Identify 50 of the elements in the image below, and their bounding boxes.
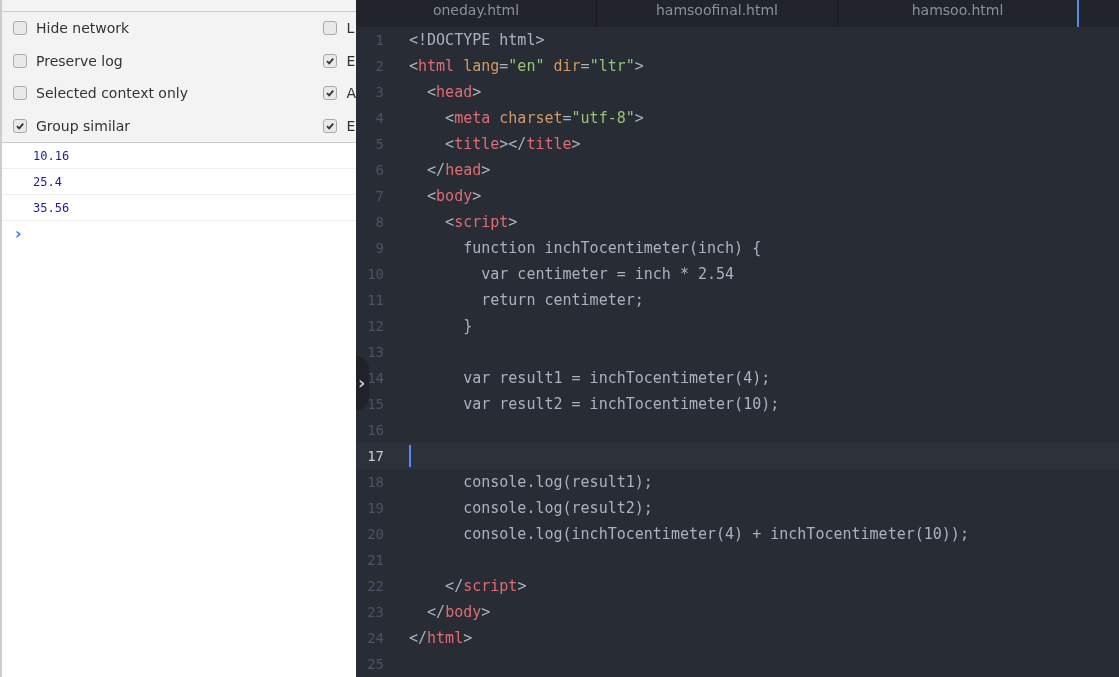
checkmark-icon (15, 120, 25, 131)
code-line: var centimeter = inch * 2.54 (480, 265, 735, 283)
checkbox[interactable] (13, 21, 27, 36)
option-label: A (346, 85, 356, 102)
panel-toggle-button[interactable]: › (356, 356, 369, 410)
code-line: console.log(result2); (462, 499, 653, 517)
option-label: L (346, 20, 355, 37)
code-line: </html> (409, 629, 473, 647)
text-cursor (409, 445, 411, 467)
checkbox[interactable] (13, 118, 27, 133)
checkbox[interactable] (323, 118, 338, 133)
checkbox[interactable] (13, 86, 27, 101)
code-line: } (462, 317, 473, 335)
checkbox[interactable] (323, 53, 338, 68)
file-tab[interactable]: hamsoo.html (838, 0, 1079, 27)
option-label: Selected context only (36, 85, 188, 102)
file-tab[interactable]: oneday.html (356, 0, 597, 27)
code-line: <!DOCTYPE html> (409, 31, 545, 49)
console-output: 35.56 (33, 200, 70, 215)
checkbox[interactable] (323, 21, 338, 36)
code-line: var result2 = inchTocentimeter(10); (462, 395, 780, 413)
code-line: <html lang="en" dir="ltr"> (409, 57, 644, 75)
option-label: Group similar (36, 117, 130, 134)
code-line: </head> (426, 161, 491, 179)
code-line: <head> (426, 83, 482, 101)
checkbox[interactable] (13, 53, 27, 68)
checkmark-icon (325, 88, 336, 99)
option-label: Hide network (36, 20, 130, 37)
option-label: Preserve log (36, 52, 123, 69)
console-output: 10.16 (33, 148, 70, 163)
checkmark-icon (325, 120, 336, 131)
code-line: <script> (444, 213, 518, 231)
code-line: <body> (426, 187, 482, 205)
console-output: 25.4 (33, 174, 62, 189)
file-tab[interactable]: hamsoofinal.html (597, 0, 838, 27)
code-line: </body> (426, 603, 491, 621)
option-label: E (346, 52, 356, 69)
code-line: </script> (444, 577, 527, 595)
code-line: console.log(result1); (462, 473, 653, 491)
checkbox[interactable] (323, 86, 338, 101)
code-line: var result1 = inchTocentimeter(4); (462, 369, 771, 387)
code-line: console.log(inchTocentimeter(4) + inchTocentimeter(10)); (462, 525, 969, 543)
prompt-caret[interactable]: › (15, 223, 22, 243)
code-line: <title></title> (444, 135, 581, 153)
checkmark-icon (325, 55, 336, 66)
code-line: <meta charset="utf-8"> (444, 109, 644, 127)
code-line: return centimeter; (480, 291, 644, 309)
line-number: 17 (366, 448, 384, 464)
code-line: function inchTocentimeter(inch) { (462, 239, 762, 257)
option-label: E (346, 117, 356, 134)
